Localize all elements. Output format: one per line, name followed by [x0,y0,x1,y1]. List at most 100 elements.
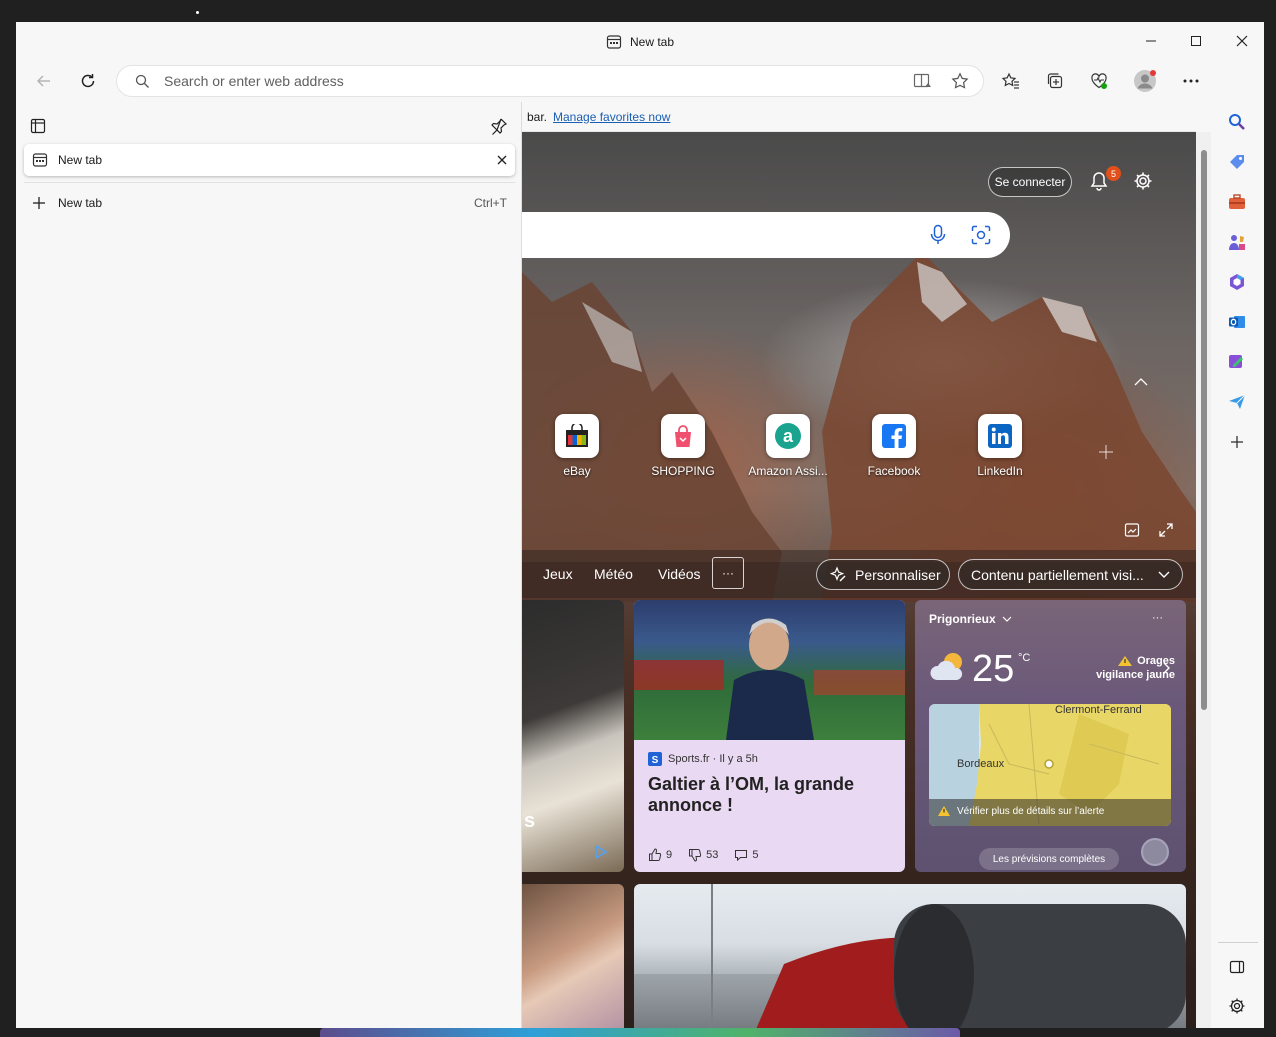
chevron-up-icon[interactable] [1134,377,1148,387]
new-tab-button[interactable]: New tab Ctrl+T [24,190,515,216]
map-label-bordeaux: Bordeaux [957,758,1005,770]
quick-link-facebook[interactable]: Facebook [849,414,939,484]
image-info-icon[interactable] [1124,522,1140,538]
weather-location[interactable]: Prigonrieux [929,612,1012,626]
shopping-tag-icon[interactable] [1223,148,1251,176]
quick-link-shopping[interactable]: SHOPPING [638,414,728,484]
voice-search-mic-icon[interactable] [930,224,946,246]
news-card-pipeline[interactable] [634,884,1186,1028]
comment-icon[interactable] [734,848,748,862]
sports-fr-logo-icon: S [648,752,662,766]
content-area: New tab New tab Ctrl+T bar. Manage favor… [16,102,1196,1028]
more-nav-button[interactable]: ··· [712,557,744,589]
news-card-galtier[interactable]: S Sports.fr · Il y a 5h Galtier à l’OM, … [634,600,905,872]
storm-alert-icon [1117,655,1133,667]
news-card-partial-bottom-left[interactable] [522,884,624,1028]
tab-item-new-tab[interactable]: New tab [24,144,515,176]
drop-send-icon[interactable] [1223,388,1251,416]
content-visibility-dropdown[interactable]: Contenu partiellement visi... [958,559,1183,590]
settings-more-button[interactable] [1174,65,1208,97]
new-tab-shortcut: Ctrl+T [474,196,507,210]
news-headline[interactable]: Galtier à l’OM, la grande annonce ! [648,774,893,816]
immersive-reader-icon[interactable] [913,72,933,90]
weather-menu-button[interactable]: ··· [1152,612,1163,624]
favorite-star-icon[interactable] [951,72,969,90]
microsoft-365-icon[interactable] [1223,268,1251,296]
quick-link-ebay[interactable]: eBay [532,414,622,484]
news-card-image [634,600,905,740]
games-icon[interactable] [1223,228,1251,256]
ebay-icon [555,414,599,458]
expand-icon[interactable] [1158,522,1174,538]
hide-sidebar-icon[interactable] [1223,953,1251,981]
visual-search-icon[interactable] [971,225,991,245]
quick-link-linkedin[interactable]: LinkedIn [955,414,1045,484]
nav-link-videos[interactable]: Vidéos [658,566,701,582]
quick-link-amazon-assistant[interactable]: a Amazon Assi... [743,414,833,484]
new-tab-label: New tab [58,196,103,210]
chevron-right-icon[interactable] [1163,662,1171,674]
weather-card[interactable]: Prigonrieux ··· 25 °C Orages vigilance j… [915,600,1186,872]
outlook-icon[interactable] [1223,308,1251,336]
svg-text:a: a [783,426,794,446]
tab-page-icon [32,152,48,168]
nav-link-jeux[interactable]: Jeux [543,566,573,582]
search-icon [135,74,150,89]
add-quick-link-plus-icon[interactable] [1098,444,1114,460]
tab-actions-icon[interactable] [30,118,46,134]
toolbar [16,60,1264,102]
sidebar-divider [1218,942,1258,943]
thumbs-up-icon[interactable] [648,848,662,862]
warning-icon [937,805,951,817]
favorites-button[interactable] [994,65,1028,97]
back-button[interactable] [27,65,61,97]
linkedin-icon [978,414,1022,458]
maximize-button[interactable] [1179,25,1213,57]
quick-link-label: LinkedIn [977,464,1023,478]
personalize-sparkle-icon [829,565,847,584]
designer-icon[interactable] [1223,348,1251,376]
profile-button[interactable] [1128,65,1162,97]
add-sidebar-app-plus-icon[interactable] [1223,428,1251,456]
pin-pane-icon[interactable] [490,117,508,135]
desktop-wallpaper-sliver [320,1028,960,1037]
full-forecast-button[interactable]: Les prévisions complètes [979,848,1119,870]
weather-alert-map[interactable]: Clermont-Ferrand Bordeaux Vérifier plus … [929,704,1171,826]
thumbs-down-icon[interactable] [688,848,702,862]
sign-in-button[interactable]: Se connecter [988,167,1072,197]
minimize-button[interactable] [1134,25,1168,57]
close-window-button[interactable] [1225,25,1259,57]
browser-window: New tab Search or enter web address New … [16,22,1264,1028]
alert-detail-link[interactable]: Vérifier plus de détails sur l’alerte [937,805,1104,817]
shopping-bag-icon [661,414,705,458]
sidebar-search-icon[interactable] [1223,108,1251,136]
sidebar-settings-gear-icon[interactable] [1223,992,1251,1020]
browser-essentials-button[interactable] [1082,65,1116,97]
new-tab-page: Se connecter 5 eBay SHOPPING a Amazon As… [522,132,1196,1028]
collections-button[interactable] [1038,65,1072,97]
weather-alert[interactable]: Orages vigilance jaune [1065,654,1175,682]
manage-favorites-link[interactable]: Manage favorites now [553,110,670,124]
facebook-icon [872,414,916,458]
chevron-down-icon [1158,571,1170,579]
news-reactions: 9 53 5 [648,848,759,862]
page-settings-gear-icon[interactable] [1132,170,1154,192]
tools-briefcase-icon[interactable] [1223,188,1251,216]
web-search-box[interactable] [522,212,1010,258]
refresh-button[interactable] [71,65,105,97]
right-sidebar [1211,60,1264,1028]
window-title: New tab [606,34,674,50]
nav-link-meteo[interactable]: Météo [594,566,633,582]
page-scrollbar-thumb[interactable] [1201,150,1207,710]
weather-unit: °C [1018,652,1031,664]
window-title-text: New tab [630,35,675,49]
close-tab-icon[interactable] [497,155,507,165]
plus-icon [32,196,46,210]
address-input[interactable] [164,67,913,95]
address-bar[interactable] [116,65,984,97]
favorites-bar-text: bar. [527,109,548,124]
news-card-partial-left[interactable]: s [522,600,624,872]
weather-temperature: 25 [972,648,1015,690]
personalize-button[interactable]: Personnaliser [816,559,950,590]
map-label-clermont: Clermont-Ferrand [1055,704,1142,716]
